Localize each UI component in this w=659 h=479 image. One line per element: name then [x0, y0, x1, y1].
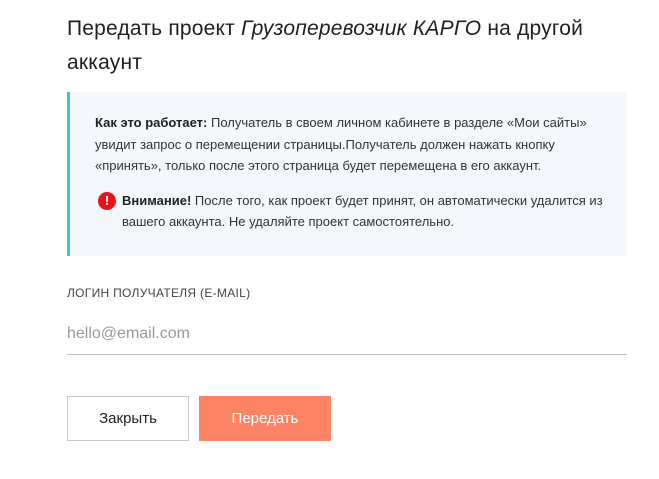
project-name: Грузоперевозчик КАРГО: [241, 17, 482, 40]
close-button-label: Закрыть: [99, 410, 157, 427]
info-box: Как это работает: Получатель в своем лич…: [67, 92, 627, 256]
close-button[interactable]: Закрыть: [67, 396, 189, 441]
warning-label: Внимание!: [122, 192, 192, 208]
transfer-project-dialog: Передать проект Грузоперевозчик КАРГО на…: [0, 0, 659, 479]
dialog-title: Передать проект Грузоперевозчик КАРГО на…: [67, 12, 627, 80]
exclamation-circle-icon: !: [98, 191, 116, 210]
transfer-button[interactable]: Передать: [199, 396, 331, 441]
title-prefix: Передать проект: [67, 17, 242, 40]
transfer-button-label: Передать: [231, 410, 299, 427]
how-it-works-label: Как это работает:: [95, 115, 208, 130]
recipient-email-input[interactable]: [67, 313, 627, 355]
how-it-works-text: Как это работает: Получатель в своем лич…: [95, 112, 607, 177]
recipient-login-label: ЛОГИН ПОЛУЧАТЕЛЯ (E-MAIL): [67, 286, 251, 300]
warning-notice: ! Внимание! После того, как проект будет…: [95, 190, 607, 233]
warning-description: После того, как проект будет принят, он …: [122, 192, 603, 230]
